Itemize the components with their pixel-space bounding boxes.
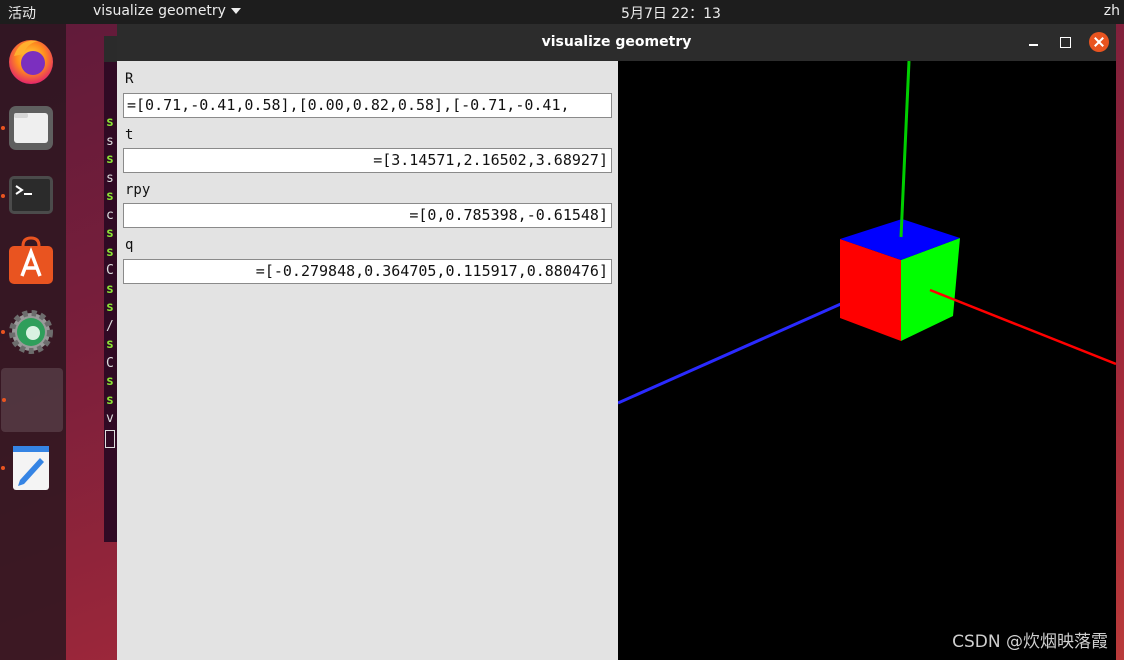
y-axis-line <box>899 61 911 238</box>
dock-item-software[interactable] <box>0 232 66 296</box>
dock-item-settings[interactable] <box>0 300 66 364</box>
input-method-indicator[interactable]: zh <box>1104 3 1120 19</box>
z-axis-line <box>618 289 871 405</box>
3d-viewport[interactable]: CSDN @炊烟映落霞 <box>618 61 1116 660</box>
rpy-value-field[interactable]: =[0,0.785398,-0.61548] <box>123 203 612 228</box>
terminal-cursor <box>105 429 115 448</box>
visualize-geometry-window: visualize geometry R =[0.71,-0.41,0.58],… <box>117 24 1116 660</box>
scene-svg <box>618 61 1116 405</box>
x-axis-line <box>929 288 1116 366</box>
dock-item-files[interactable] <box>0 96 66 160</box>
field-label-q: q <box>125 237 134 253</box>
dock-item-terminal[interactable] <box>0 164 66 228</box>
settings-icon <box>9 310 53 354</box>
running-indicator <box>1 194 5 198</box>
watermark: CSDN @炊烟映落霞 <box>952 632 1108 652</box>
activities-button[interactable]: 活动 <box>8 3 36 23</box>
dock <box>0 24 66 660</box>
maximize-icon[interactable] <box>1055 32 1075 52</box>
terminal-icon <box>9 176 53 214</box>
chevron-down-icon <box>230 8 241 14</box>
close-icon[interactable] <box>1089 32 1109 52</box>
info-panel: R =[0.71,-0.41,0.58],[0.00,0.82,0.58],[-… <box>117 61 618 660</box>
running-indicator <box>1 126 5 130</box>
app-menu-label: visualize geometry <box>93 3 226 19</box>
q-value-field[interactable]: =[-0.279848,0.364705,0.115917,0.880476] <box>123 259 612 284</box>
dock-item-running-app[interactable] <box>1 368 63 432</box>
minimize-icon[interactable] <box>1024 32 1044 52</box>
files-icon <box>9 106 53 150</box>
app-menu[interactable]: visualize geometry <box>93 3 241 19</box>
field-label-t: t <box>125 127 134 143</box>
dock-item-text-editor[interactable] <box>0 436 66 500</box>
field-label-r: R <box>125 71 134 87</box>
window-titlebar[interactable]: visualize geometry <box>117 24 1116 61</box>
text-editor-icon <box>13 446 49 490</box>
software-store-icon <box>9 236 53 284</box>
field-label-rpy: rpy <box>125 182 151 198</box>
clock[interactable]: 5月7日 22：13 <box>621 6 721 22</box>
r-value-field[interactable]: =[0.71,-0.41,0.58],[0.00,0.82,0.58],[-0.… <box>123 93 612 118</box>
top-bar: 活动 visualize geometry 5月7日 22：13 zh <box>0 0 1124 24</box>
running-indicator <box>2 398 6 402</box>
t-value-field[interactable]: =[3.14571,2.16502,3.68927] <box>123 148 612 173</box>
firefox-icon <box>9 40 53 84</box>
dock-item-firefox[interactable] <box>0 30 66 94</box>
running-indicator <box>1 466 5 470</box>
running-indicator <box>1 330 5 334</box>
window-title: visualize geometry <box>541 34 692 50</box>
